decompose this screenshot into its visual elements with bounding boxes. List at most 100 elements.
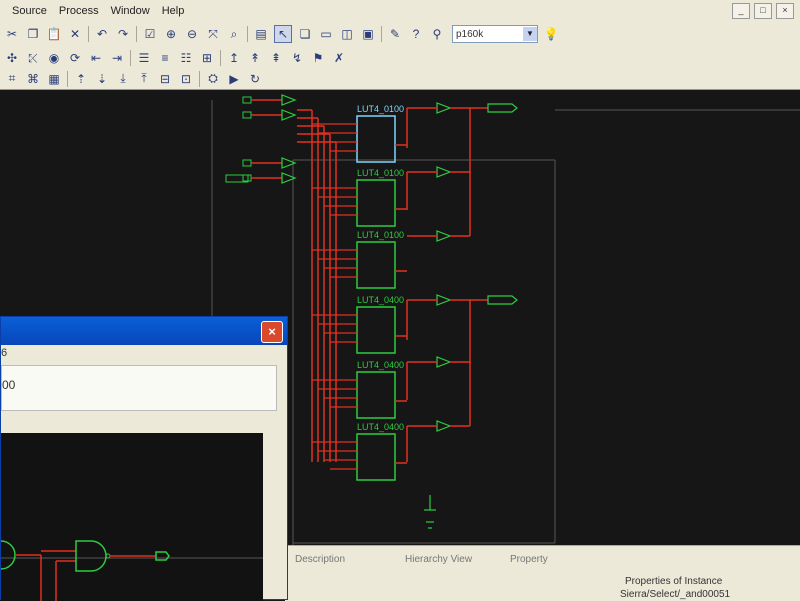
route-icon[interactable]: ✣ bbox=[4, 50, 20, 66]
lut-block bbox=[356, 371, 396, 419]
run-icon[interactable]: ▶ bbox=[226, 71, 242, 87]
sym-icon[interactable]: ⌘ bbox=[25, 71, 41, 87]
zoom-select-icon[interactable]: ⌕ bbox=[226, 26, 242, 42]
lut-label: LUT4_0100 bbox=[357, 230, 404, 240]
toolbar-separator bbox=[381, 26, 382, 42]
down-icon[interactable]: ⇣ bbox=[94, 71, 110, 87]
dialog-gate-fragment bbox=[1, 540, 16, 570]
lut-label: LUT4_0400 bbox=[357, 360, 404, 370]
push-in-icon[interactable]: ⤓ bbox=[115, 71, 131, 87]
align-right-icon[interactable]: ☷ bbox=[178, 50, 194, 66]
menu-window[interactable]: Window bbox=[105, 5, 156, 17]
cross-icon[interactable]: ✗ bbox=[331, 50, 347, 66]
menu-bar: Source Process Window Help _ □ × bbox=[0, 0, 800, 23]
dialog-field-value: 00 bbox=[2, 378, 16, 392]
output-port-icon bbox=[487, 103, 518, 113]
bulb-icon[interactable]: 💡 bbox=[543, 26, 559, 42]
mark-icon[interactable]: ⚑ bbox=[310, 50, 326, 66]
probe-icon[interactable]: ↟ bbox=[247, 50, 263, 66]
pin-icon[interactable]: ↥ bbox=[226, 50, 242, 66]
refresh-icon[interactable]: ↻ bbox=[247, 71, 263, 87]
select-arrow-icon[interactable]: ↖ bbox=[274, 25, 292, 43]
level-icon[interactable]: ⊟ bbox=[157, 71, 173, 87]
output-buffer-icon bbox=[436, 102, 452, 114]
align-left-icon[interactable]: ☰ bbox=[136, 50, 152, 66]
output-buffer-icon bbox=[436, 420, 452, 432]
help-cursor-icon[interactable]: ? bbox=[408, 26, 424, 42]
undo-icon[interactable]: ↶ bbox=[94, 26, 110, 42]
dialog-schematic[interactable] bbox=[1, 433, 263, 601]
output-port-icon bbox=[487, 295, 518, 305]
pop-out-icon[interactable]: ⤒ bbox=[136, 71, 152, 87]
delete-icon[interactable]: ✕ bbox=[67, 26, 83, 42]
up-icon[interactable]: ⇡ bbox=[73, 71, 89, 87]
child-dialog: × 6 00 bbox=[0, 316, 288, 601]
rotate-icon[interactable]: ⟳ bbox=[67, 50, 83, 66]
dialog-schematic-svg bbox=[1, 540, 263, 601]
lut-block bbox=[356, 115, 396, 163]
doc-icon[interactable]: ▤ bbox=[253, 26, 269, 42]
tab-description[interactable]: Description bbox=[295, 554, 345, 565]
dialog-row-label: 6 bbox=[1, 347, 8, 359]
paste-icon[interactable]: 📋 bbox=[46, 26, 62, 42]
redo-icon[interactable]: ↷ bbox=[115, 26, 131, 42]
align-center-icon[interactable]: ≡ bbox=[157, 50, 173, 66]
wire-icon[interactable]: ⤪ bbox=[25, 50, 41, 66]
buffer-icon bbox=[281, 109, 297, 121]
tab-property[interactable]: Property bbox=[510, 554, 548, 565]
property-icon[interactable]: ✎ bbox=[387, 26, 403, 42]
menu-source[interactable]: Source bbox=[6, 5, 53, 17]
dialog-titlebar[interactable]: × bbox=[1, 317, 287, 345]
buffer-icon bbox=[281, 94, 297, 106]
output-buffer-icon bbox=[436, 230, 452, 242]
toolbar-separator bbox=[130, 50, 131, 66]
lut-block bbox=[356, 179, 396, 227]
push-icon[interactable]: ⇤ bbox=[88, 50, 104, 66]
toolbar-separator bbox=[220, 50, 221, 66]
input-port-icon bbox=[242, 174, 252, 182]
output-buffer-icon bbox=[436, 166, 452, 178]
instance-name: Sierra/Select/_and00051 bbox=[620, 589, 731, 600]
maximize-button[interactable]: □ bbox=[754, 3, 772, 19]
copy-icon[interactable]: ❐ bbox=[25, 26, 41, 42]
tile-icon[interactable]: ▭ bbox=[318, 26, 334, 42]
toolbar-separator bbox=[199, 70, 200, 87]
cut-icon[interactable]: ✂ bbox=[4, 26, 20, 42]
check-icon[interactable]: ☑ bbox=[142, 26, 158, 42]
minimize-button[interactable]: _ bbox=[732, 3, 750, 19]
schematic-toolbar: ✣ ⤪ ◉ ⟳ ⇤ ⇥ ☰ ≡ ☷ ⊞ ↥ ↟ ⇞ ↯ ⚑ ✗ bbox=[0, 46, 800, 70]
close-button[interactable]: × bbox=[776, 3, 794, 19]
net-icon[interactable]: ↯ bbox=[289, 50, 305, 66]
grid-icon[interactable]: ⊞ bbox=[199, 50, 215, 66]
window-controls: _ □ × bbox=[732, 3, 794, 19]
globe-icon[interactable]: ◉ bbox=[46, 50, 62, 66]
zoom-out-icon[interactable]: ⊖ bbox=[184, 26, 200, 42]
input-port-icon bbox=[242, 159, 252, 167]
hier-icon[interactable]: ⛭ bbox=[205, 71, 221, 87]
menu-help[interactable]: Help bbox=[156, 5, 191, 17]
window-icon[interactable]: ▣ bbox=[360, 26, 376, 42]
menu-process[interactable]: Process bbox=[53, 5, 105, 17]
chevron-down-icon[interactable]: ▼ bbox=[523, 27, 537, 41]
toolbar-separator bbox=[88, 26, 89, 42]
bus-icon[interactable]: ⇞ bbox=[268, 50, 284, 66]
input-port-icon bbox=[242, 111, 252, 119]
table-icon[interactable]: ▦ bbox=[46, 71, 62, 87]
find-icon[interactable]: ⚲ bbox=[429, 26, 445, 42]
block-icon[interactable]: ⊡ bbox=[178, 71, 194, 87]
toolbar-separator bbox=[136, 26, 137, 42]
zoom-fit-icon[interactable]: ⤧ bbox=[205, 26, 221, 42]
pop-icon[interactable]: ⇥ bbox=[109, 50, 125, 66]
dialog-close-button[interactable]: × bbox=[261, 321, 283, 343]
dialog-field[interactable]: 00 bbox=[1, 365, 277, 411]
part-select[interactable]: p160k ▼ bbox=[452, 25, 538, 43]
sch-icon[interactable]: ⌗ bbox=[4, 71, 20, 87]
cascade-icon[interactable]: ❏ bbox=[297, 26, 313, 42]
properties-title: Properties of Instance bbox=[625, 576, 723, 587]
and-gate-icon[interactable] bbox=[75, 540, 107, 572]
output-buffer-icon bbox=[436, 294, 452, 306]
zoom-in-icon[interactable]: ⊕ bbox=[163, 26, 179, 42]
tab-hierarchy-view[interactable]: Hierarchy View bbox=[405, 554, 472, 565]
panel-icon[interactable]: ◫ bbox=[339, 26, 355, 42]
part-select-value: p160k bbox=[456, 28, 484, 40]
